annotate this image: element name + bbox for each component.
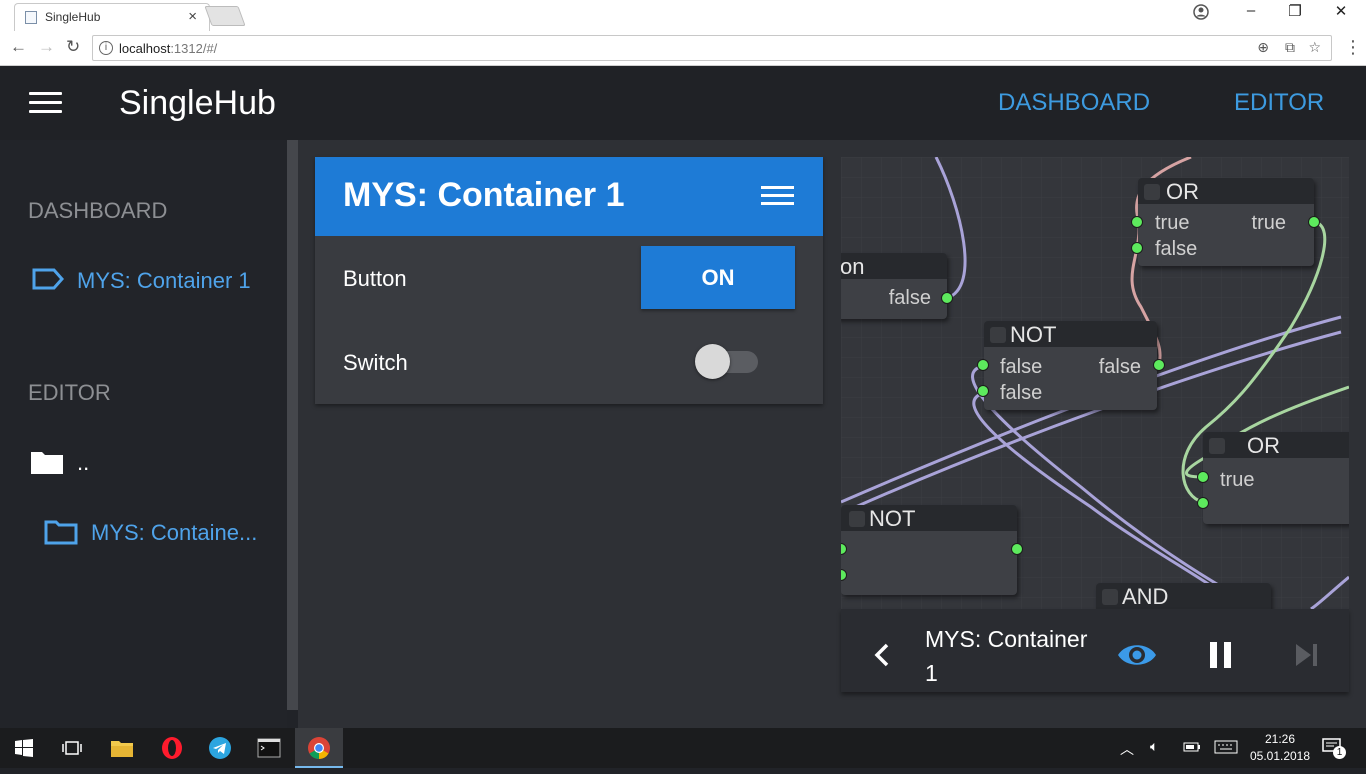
profile-icon[interactable] — [1186, 4, 1216, 24]
node-not-2[interactable]: NOT — [841, 505, 1017, 595]
card-title: MYS: Container 1 — [343, 176, 625, 214]
card-menu-icon[interactable] — [761, 186, 794, 206]
start-icon[interactable] — [0, 728, 48, 768]
button-row-label: Button — [343, 266, 407, 291]
pause-icon[interactable] — [1209, 641, 1233, 674]
site-info-icon[interactable]: i — [99, 41, 113, 55]
chevron-left-icon[interactable] — [872, 642, 894, 673]
new-tab-button[interactable] — [204, 6, 246, 26]
node-output-pin[interactable] — [1153, 359, 1165, 371]
node-or-1[interactable]: OR true false true — [1138, 178, 1314, 266]
bookmark-star-icon[interactable]: ☆ — [1308, 39, 1321, 56]
node-output-pin[interactable] — [941, 292, 953, 304]
zoom-icon[interactable]: ⊕ — [1257, 39, 1269, 56]
close-window-icon[interactable]: ✕ — [1326, 2, 1356, 20]
minimize-icon[interactable]: – — [1236, 2, 1266, 19]
tab-title: SingleHub — [45, 10, 101, 24]
terminal-icon[interactable] — [245, 728, 293, 768]
keyboard-icon[interactable] — [1214, 740, 1238, 759]
reload-icon[interactable]: ↻ — [66, 37, 80, 57]
folder-icon — [30, 449, 64, 480]
switch-row-label: Switch — [343, 350, 408, 375]
sidebar-heading-dashboard: DASHBOARD — [28, 198, 168, 223]
app-title: SingleHub — [119, 84, 276, 122]
node-and[interactable]: AND — [1096, 583, 1271, 609]
node-editor-canvas[interactable]: OR true false true on false NOT false fa… — [841, 157, 1349, 609]
battery-icon[interactable] — [1183, 740, 1201, 758]
tray-chevron-up-icon[interactable]: ︿ — [1120, 739, 1134, 759]
eye-icon[interactable] — [1116, 640, 1158, 675]
clock[interactable]: 21:26 05.01.2018 — [1248, 731, 1312, 765]
sidebar-item-folder[interactable]: MYS: Containe... — [91, 520, 257, 546]
node-input-pin[interactable] — [1131, 216, 1143, 228]
sidebar-heading-editor: EDITOR — [28, 380, 111, 405]
switch-toggle[interactable] — [695, 344, 730, 379]
telegram-icon[interactable] — [196, 728, 244, 768]
chrome-menu-icon[interactable]: ⋮ — [1344, 37, 1362, 58]
hamburger-menu-icon[interactable] — [29, 92, 62, 114]
sidebar — [0, 140, 287, 730]
node-output-pin[interactable] — [1308, 216, 1320, 228]
notification-count: 1 — [1333, 746, 1346, 759]
volume-icon[interactable]: 🔈︎ — [1150, 738, 1158, 755]
forward-icon[interactable]: → — [38, 37, 55, 57]
address-toolbar: ← → ↻ i localhost:1312/#/ ⊕ ⧉ ☆ ⋮ — [0, 31, 1366, 66]
nav-dashboard[interactable]: DASHBOARD — [998, 89, 1150, 117]
folder-open-icon — [44, 519, 78, 550]
nav-editor[interactable]: EDITOR — [1234, 89, 1324, 117]
node-partial[interactable]: on false — [841, 253, 947, 319]
node-not-1[interactable]: NOT false false false — [984, 321, 1157, 410]
label-icon — [32, 268, 65, 295]
translate-icon[interactable]: ⧉ — [1285, 39, 1295, 56]
node-input-pin[interactable] — [977, 359, 989, 371]
editor-title: MYS: Container 1 — [925, 626, 1088, 686]
chrome-icon[interactable] — [295, 728, 343, 768]
node-input-pin[interactable] — [1197, 471, 1209, 483]
sidebar-item-container[interactable]: MYS: Container 1 — [77, 268, 251, 294]
step-forward-icon[interactable] — [1294, 642, 1320, 673]
node-input-pin[interactable] — [1197, 497, 1209, 509]
task-view-icon[interactable] — [48, 728, 96, 768]
file-explorer-icon[interactable] — [98, 728, 146, 768]
on-button[interactable]: ON — [641, 246, 795, 309]
url-text: localhost:1312/#/ — [119, 41, 218, 56]
node-input-pin[interactable] — [1131, 242, 1143, 254]
opera-icon[interactable] — [148, 728, 196, 768]
notifications-icon[interactable]: 1 — [1322, 738, 1346, 760]
node-input-pin[interactable] — [977, 385, 989, 397]
close-tab-icon[interactable]: × — [188, 8, 197, 25]
browser-tab[interactable]: SingleHub × — [14, 3, 210, 31]
sidebar-scrollbar[interactable] — [287, 140, 298, 710]
page-icon — [25, 11, 37, 24]
url-field[interactable]: i localhost:1312/#/ ⊕ ⧉ ☆ — [92, 35, 1332, 61]
node-or-2[interactable]: OR true — [1203, 432, 1349, 524]
node-output-pin[interactable] — [1011, 543, 1023, 555]
folder-up[interactable]: .. — [77, 450, 89, 476]
restore-icon[interactable]: ❐ — [1280, 2, 1310, 20]
back-icon[interactable]: ← — [10, 37, 27, 57]
